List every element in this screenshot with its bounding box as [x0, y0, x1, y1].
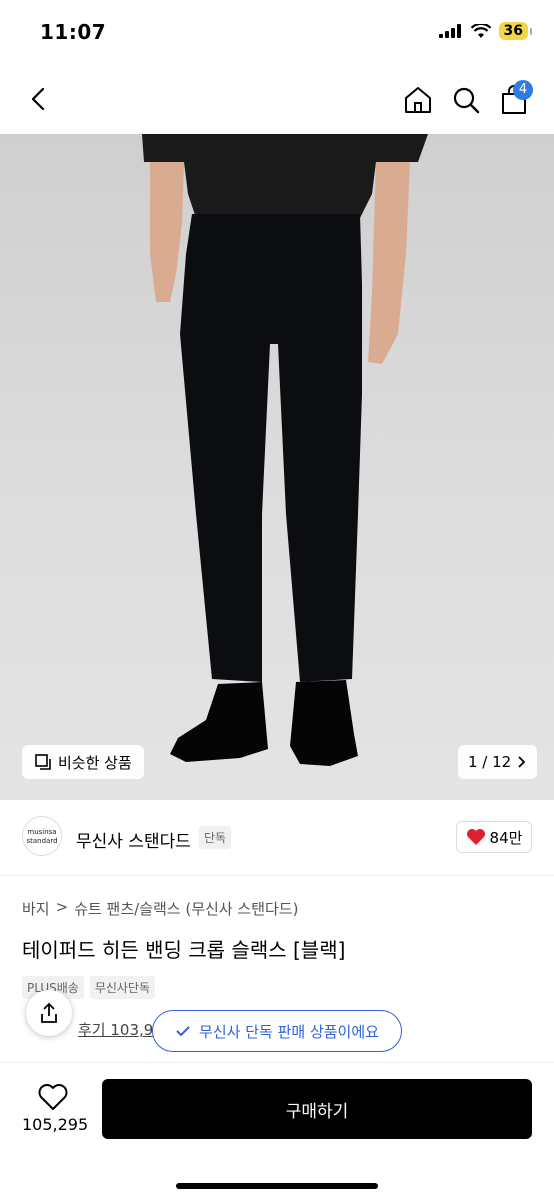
brand-logo[interactable]: musinsa standard [22, 816, 62, 856]
copy-icon [35, 754, 51, 770]
wish-count: 105,295 [22, 1115, 89, 1134]
cart-count-badge: 4 [513, 80, 533, 100]
heart-filled-icon [466, 829, 485, 845]
breadcrumb-subcategory[interactable]: 슈트 팬츠/슬랙스 (무신사 스탠다드) [74, 898, 298, 919]
brand-row: musinsa standard 무신사 스탠다드 단독 84만 [0, 800, 554, 876]
breadcrumb: 바지 > 슈트 팬츠/슬랙스 (무신사 스탠다드) [22, 898, 298, 919]
home-icon[interactable] [402, 84, 434, 116]
product-image[interactable] [0, 134, 554, 800]
breadcrumb-category[interactable]: 바지 [22, 898, 50, 919]
bottom-action-bar: 105,295 구매하기 [0, 1062, 554, 1200]
status-time: 11:07 [40, 20, 107, 44]
exclusive-notice-toast: 무신사 단독 판매 상품이에요 [152, 1010, 402, 1052]
search-icon[interactable] [450, 84, 482, 116]
share-button[interactable] [26, 990, 72, 1036]
similar-products-button[interactable]: 비슷한 상품 [22, 745, 144, 779]
exclusive-notice-text: 무신사 단독 판매 상품이에요 [199, 1022, 379, 1041]
battery-indicator: 36 [498, 22, 533, 40]
brand-name[interactable]: 무신사 스탠다드 [76, 827, 191, 852]
product-photo [142, 134, 428, 766]
product-title: 테이퍼드 히든 밴딩 크롭 슬랙스 [블랙] [22, 938, 346, 962]
image-pager[interactable]: 1 / 12 [458, 745, 538, 779]
pager-count: 1 / 12 [468, 753, 512, 771]
checkmark-icon [176, 1026, 190, 1037]
heart-outline-icon[interactable] [38, 1083, 68, 1111]
exclusive-product-tag: 무신사단독 [89, 976, 156, 999]
exclusive-tag: 단독 [199, 826, 232, 849]
brand-like-count: 84만 [489, 828, 523, 847]
review-link[interactable]: 후기 103,9 [78, 1019, 153, 1040]
status-indicators: 36 [438, 22, 533, 40]
status-bar: 11:07 36 [0, 0, 554, 66]
breadcrumb-separator: > [55, 898, 69, 916]
top-navigation [0, 66, 554, 134]
home-indicator [176, 1183, 378, 1189]
chevron-left-icon[interactable] [24, 84, 54, 114]
cellular-signal-icon [438, 24, 461, 38]
share-icon [41, 1002, 57, 1023]
buy-button[interactable]: 구매하기 [102, 1079, 532, 1139]
wifi-icon [470, 23, 491, 38]
similar-products-label: 비슷한 상품 [58, 753, 132, 772]
brand-like-button[interactable]: 84만 [456, 821, 532, 853]
chevron-right-icon [518, 756, 526, 768]
